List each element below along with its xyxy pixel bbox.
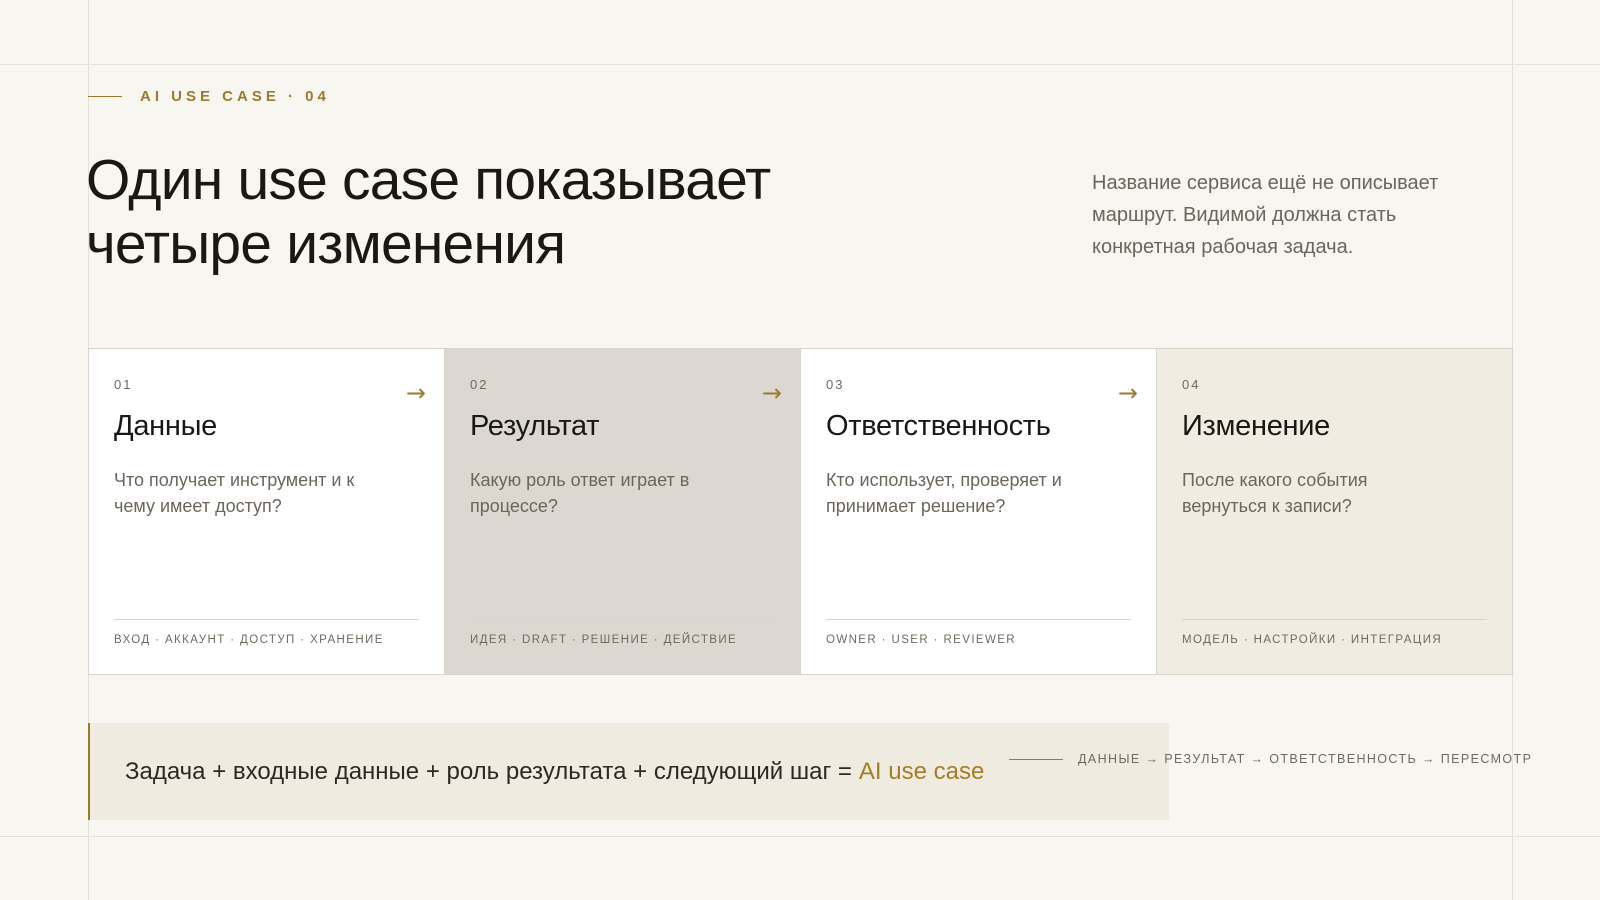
formula-accent: AI use case [858, 757, 985, 785]
card-description: После какого события вернуться к записи? [1182, 470, 1368, 516]
card-number: 04 [1182, 377, 1201, 392]
card-tags: МОДЕЛЬ · НАСТРОЙКИ · ИНТЕГРАЦИЯ [1182, 634, 1443, 646]
card-description: Кто использует, проверяет и принимает ре… [826, 470, 1062, 516]
eyebrow-label: AI USE CASE · 04 [140, 88, 330, 105]
card-change: 04 Изменение После какого события вернут… [1157, 349, 1512, 674]
arrow-right-icon: → [1117, 379, 1138, 407]
card-tags: ИДЕЯ · DRAFT · РЕШЕНИЕ · ДЕЙСТВИЕ [470, 634, 738, 646]
flow-text: ДАННЫЕ → РЕЗУЛЬТАТ → ОТВЕТСТВЕННОСТЬ → П… [1078, 752, 1533, 766]
guide-line-top [0, 64, 1600, 65]
card-number: 02 [470, 377, 489, 392]
card-number: 03 [826, 377, 845, 392]
card-result: 02 → Результат Какую роль ответ играет в… [445, 349, 801, 674]
card-divider [826, 619, 1131, 620]
card-tags: ВХОД · АККАУНТ · ДОСТУП · ХРАНЕНИЕ [114, 634, 384, 646]
card-divider [470, 619, 775, 620]
formula-text: Задача + входные данные + роль результат… [125, 757, 852, 785]
eyebrow-rule [88, 96, 122, 97]
page-title-line-1: Один use case показывает [86, 148, 771, 212]
formula-banner: Задача + входные данные + роль результат… [88, 723, 1169, 820]
card-description: Что получает инструмент и к чему имеет д… [114, 470, 355, 516]
eyebrow: AI USE CASE · 04 [88, 88, 330, 105]
card-title: Данные [114, 410, 217, 442]
page-title: Один use case показывает четыре изменени… [86, 148, 946, 276]
arrow-right-icon: → [761, 379, 782, 407]
flow-rule [1009, 758, 1063, 760]
page-title-line-2: четыре изменения [86, 212, 566, 276]
card-title: Результат [470, 410, 600, 442]
card-number: 01 [114, 377, 133, 392]
cards-row: 01 → Данные Что получает инструмент и к … [88, 348, 1513, 675]
card-title: Изменение [1182, 410, 1330, 442]
guide-line-bottom [0, 836, 1600, 837]
flow-sequence: ДАННЫЕ → РЕЗУЛЬТАТ → ОТВЕТСТВЕННОСТЬ → П… [1009, 752, 1532, 766]
card-tags: OWNER · USER · REVIEWER [826, 634, 1017, 646]
lead-paragraph: Название сервиса ещё не описывает маршру… [1092, 172, 1439, 258]
arrow-right-icon: → [405, 379, 426, 407]
card-title: Ответственность [826, 410, 1051, 442]
card-description: Какую роль ответ играет в процессе? [470, 470, 690, 516]
card-responsibility: 03 → Ответственность Кто использует, про… [801, 349, 1157, 674]
card-data: 01 → Данные Что получает инструмент и к … [89, 349, 445, 674]
card-divider [114, 619, 419, 620]
card-divider [1182, 619, 1487, 620]
